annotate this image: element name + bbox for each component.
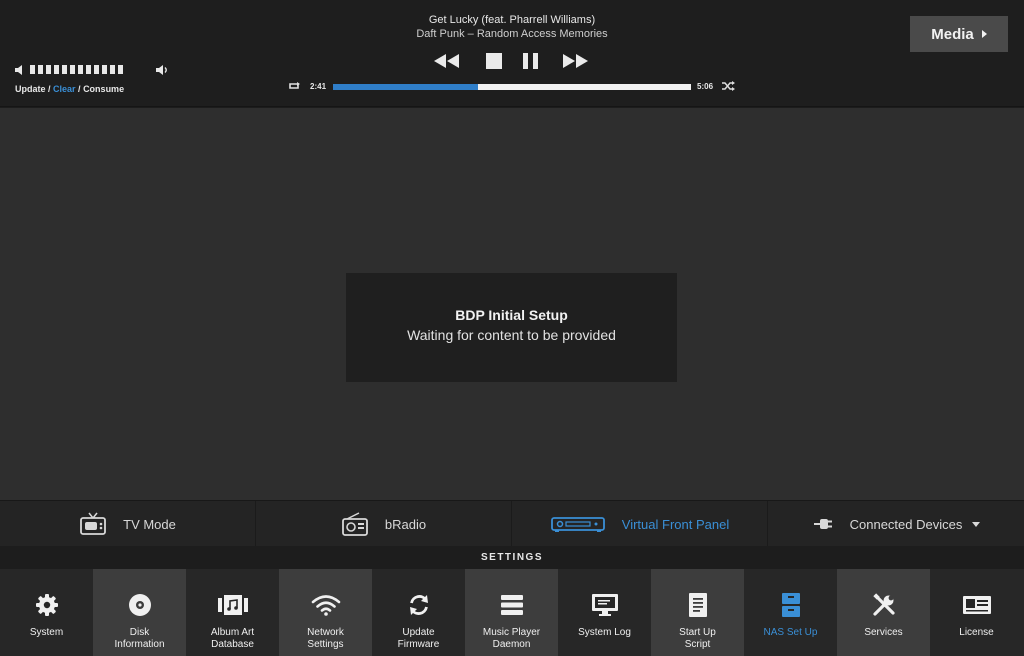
transport-controls: [432, 50, 592, 72]
fast-forward-button[interactable]: [560, 50, 590, 72]
player-bar: Get Lucky (feat. Pharrell Williams) Daft…: [0, 0, 1024, 107]
tv-icon: [80, 512, 107, 535]
repeat-icon[interactable]: [287, 80, 301, 92]
gear-icon: [35, 594, 58, 616]
settings-item-label: System: [29, 627, 64, 638]
settings-item-label: Music Player Daemon: [482, 627, 541, 650]
total-time: 5:06: [697, 82, 714, 91]
progress-bar[interactable]: [333, 84, 691, 90]
settings-item-network-settings[interactable]: Network Settings: [279, 569, 372, 656]
mode-bradio[interactable]: bRadio: [256, 501, 512, 547]
chevron-right-icon: [981, 30, 987, 38]
mode-virtual-front-panel[interactable]: Virtual Front Panel: [512, 501, 768, 547]
pause-button[interactable]: [521, 50, 541, 72]
settings-item-services[interactable]: Services: [837, 569, 930, 656]
stack-icon: [500, 595, 523, 615]
separator: /: [45, 84, 54, 94]
stop-icon: [486, 53, 502, 69]
status-dialog: BDP Initial Setup Waiting for content to…: [346, 273, 677, 382]
pause-icon: [523, 53, 538, 69]
plug-icon: [813, 519, 832, 529]
volume-level[interactable]: [30, 65, 123, 74]
settings-item-label: Update Firmware: [397, 627, 440, 650]
settings-item-label: System Log: [578, 627, 631, 638]
settings-item-label: Album Art Database: [210, 627, 255, 650]
separator: /: [75, 84, 84, 94]
update-link[interactable]: Update: [15, 84, 46, 94]
cabinet-icon: [781, 593, 800, 617]
settings-item-update-firmware[interactable]: Update Firmware: [372, 569, 465, 656]
mode-connected-devices[interactable]: Connected Devices: [768, 501, 1024, 547]
tools-icon: [872, 593, 895, 616]
settings-heading: SETTINGS: [0, 546, 1024, 569]
album-art-icon: [217, 595, 248, 615]
settings-item-license[interactable]: License: [930, 569, 1023, 656]
settings-item-label: Disk Information: [114, 627, 165, 650]
volume-down-icon[interactable]: [14, 64, 24, 76]
progress-fill: [333, 84, 478, 90]
mode-label: bRadio: [384, 516, 427, 532]
volume-control[interactable]: [14, 64, 174, 76]
mode-tv[interactable]: TV Mode: [0, 501, 256, 547]
radio-icon: [341, 512, 368, 536]
monitor-icon: [591, 594, 618, 616]
settings-item-label: Start Up Script: [679, 627, 716, 650]
shuffle-icon[interactable]: [721, 80, 735, 92]
settings-item-start-up-script[interactable]: Start Up Script: [651, 569, 744, 656]
consume-link[interactable]: Consume: [83, 84, 124, 94]
settings-bar: System Disk Information Album Art Databa…: [0, 569, 1024, 656]
refresh-icon: [409, 595, 428, 615]
wifi-icon: [311, 595, 340, 616]
rewind-button[interactable]: [432, 50, 462, 72]
mode-label: Connected Devices: [849, 516, 963, 532]
content-area: BDP Initial Setup Waiting for content to…: [0, 108, 1024, 500]
front-panel-icon: [550, 517, 605, 532]
fast-forward-icon: [563, 54, 588, 68]
settings-item-album-art-database[interactable]: Album Art Database: [186, 569, 279, 656]
id-card-icon: [962, 596, 991, 614]
chevron-down-icon: [972, 521, 981, 527]
media-button-label: Media: [931, 25, 974, 43]
stop-button[interactable]: [484, 50, 504, 72]
settings-item-nas-set-up[interactable]: NAS Set Up: [744, 569, 837, 656]
track-artist-album: Daft Punk – Random Access Memories: [416, 28, 608, 40]
clear-link[interactable]: Clear: [53, 84, 76, 94]
disk-icon: [128, 594, 151, 616]
track-title: Get Lucky (feat. Pharrell Williams): [428, 14, 596, 26]
mode-label: Virtual Front Panel: [621, 516, 730, 532]
elapsed-time: 2:41: [310, 82, 327, 91]
settings-item-label: NAS Set Up: [763, 627, 818, 638]
dialog-title: BDP Initial Setup: [455, 307, 568, 323]
settings-item-label: Services: [864, 627, 903, 638]
settings-item-disk-information[interactable]: Disk Information: [93, 569, 186, 656]
settings-item-label: Network Settings: [307, 627, 344, 650]
volume-up-icon[interactable]: [155, 64, 169, 76]
settings-item-label: License: [959, 627, 994, 638]
dialog-message: Waiting for content to be provided: [407, 327, 616, 343]
document-icon: [688, 593, 707, 617]
settings-item-system[interactable]: System: [0, 569, 93, 656]
media-button[interactable]: Media: [910, 16, 1008, 52]
mode-bar: TV Mode bRadio Virtual Front Panel Conne…: [0, 500, 1024, 547]
queue-links: Update / Clear / Consume: [15, 84, 124, 94]
settings-item-system-log[interactable]: System Log: [558, 569, 651, 656]
mode-label: TV Mode: [123, 516, 176, 532]
rewind-icon: [434, 54, 459, 68]
settings-item-music-player-daemon[interactable]: Music Player Daemon: [465, 569, 558, 656]
